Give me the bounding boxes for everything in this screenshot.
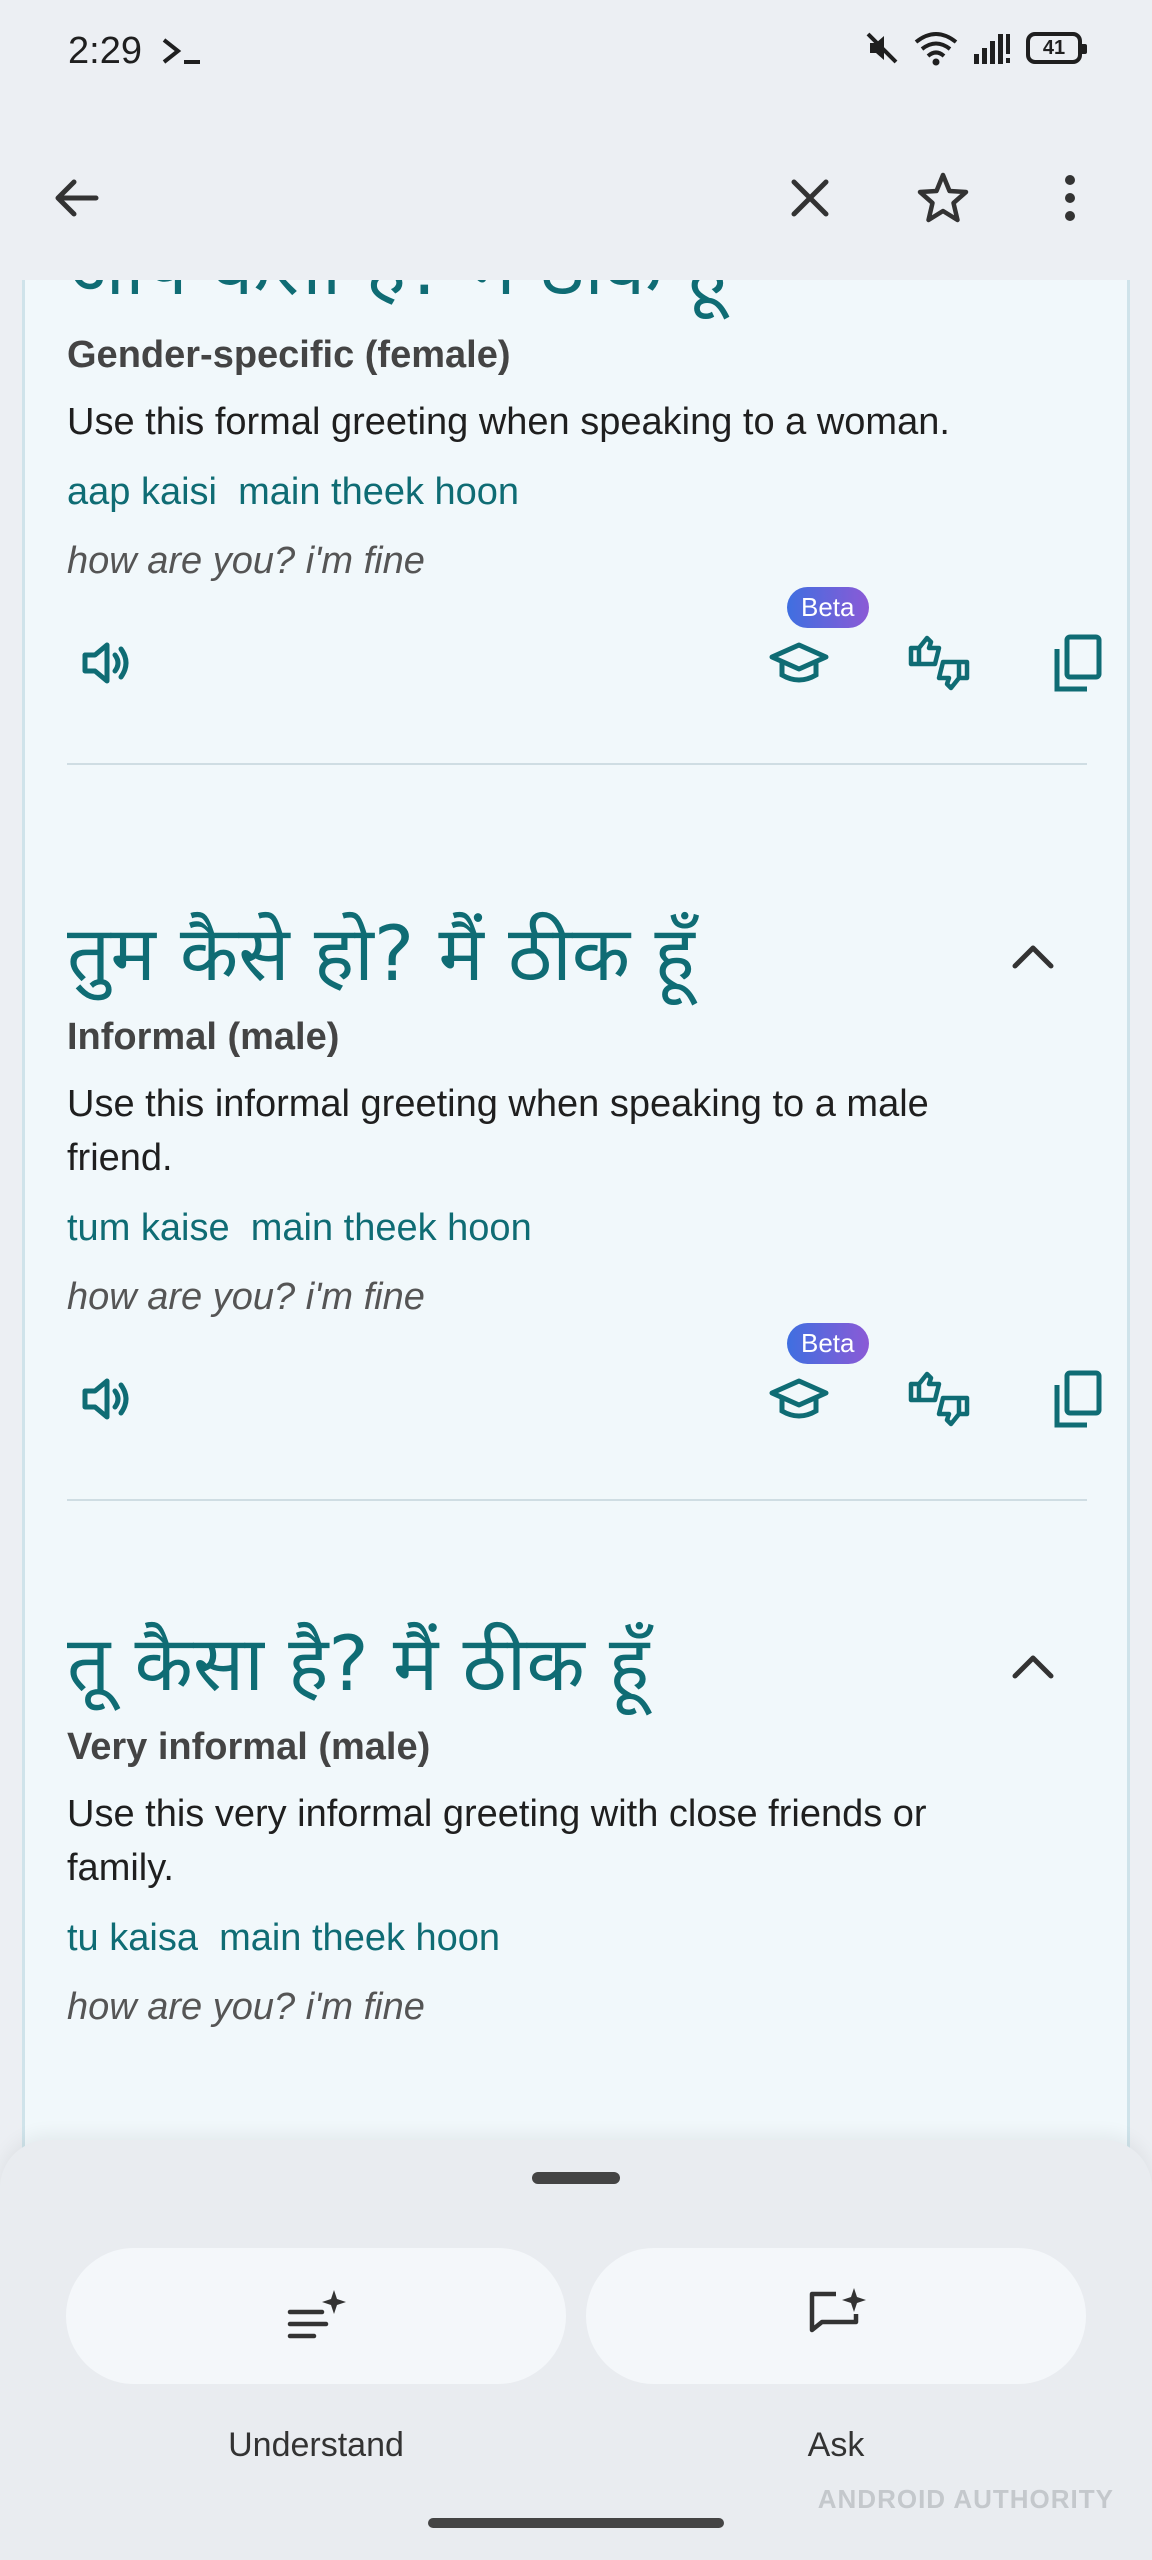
transliteration: aap kaisi main theek hoon [67,471,520,513]
transliteration: tu kaisa main theek hoon [67,1917,501,1959]
translation-card: आप कैसी हैं? मैं ठीक हूँ Gender-specific… [22,200,1130,2200]
learn-button[interactable]: Beta [759,1323,869,1439]
chevron-up-icon [1012,1655,1054,1679]
mute-icon [866,32,898,64]
school-icon [769,642,829,683]
battery-indicator: 41 [1026,32,1087,64]
divider [67,763,1087,765]
divider [67,1499,1087,1501]
translation-entry: आप कैसी हैं? मैं ठीक हूँ Gender-specific… [67,223,1102,765]
entry-actions: Beta [67,587,1102,733]
english-meaning: how are you? i'm fine [67,1276,425,1318]
chevron-up-icon [1012,945,1054,969]
usage-label: Very informal (male) [67,1726,431,1768]
watermark: ANDROID AUTHORITY [817,2484,1114,2514]
arrow-back-icon [55,179,99,217]
signal-icon [974,34,1010,64]
hindi-phrase: तुम कैसे हो? मैं ठीक हूँ [67,909,695,998]
copy-button[interactable] [1037,623,1117,703]
collapse-button[interactable] [1003,926,1063,986]
beta-badge: Beta [787,1323,869,1364]
star-button[interactable] [903,158,983,238]
terminal-icon [162,38,200,64]
learn-button[interactable]: Beta [759,587,869,703]
usage-description: Use this formal greeting when speaking t… [67,401,950,443]
usage-description: Use this very informal greeting with clo… [67,1793,927,1889]
back-button[interactable] [36,158,116,238]
understand-label: Understand [228,2426,404,2464]
ask-button[interactable] [586,2248,1086,2384]
speaker-icon [82,1378,129,1420]
chat-sparkle-icon [809,2288,866,2333]
translation-entry: तू कैसा है? मैं ठीक हूँ Very informal (m… [67,1616,1087,2029]
ask-label: Ask [807,2426,865,2464]
usage-label: Gender-specific (female) [67,334,511,376]
copy-icon [1054,634,1102,692]
beta-badge: Beta [787,587,869,628]
drag-handle[interactable] [532,2172,620,2184]
close-icon [791,179,829,217]
usage-label: Informal (male) [67,1016,340,1058]
entry-actions: Beta [67,1323,1102,1469]
more-options-button[interactable] [1030,158,1110,238]
status-bar: 2:29 41 [0,0,1152,110]
notes-sparkle-icon [287,2290,346,2339]
wifi-icon [914,32,958,66]
copy-icon [1054,1370,1102,1428]
transliteration: tum kaise main theek hoon [67,1207,532,1249]
thumbs-up-down-icon [908,1371,970,1427]
school-icon [769,1378,829,1419]
translation-entry: तुम कैसे हो? मैं ठीक हूँ Informal (male)… [67,906,1102,1501]
feedback-button[interactable] [899,1359,979,1439]
understand-button[interactable] [66,2248,566,2384]
collapse-button[interactable] [1003,1636,1063,1696]
home-indicator[interactable] [428,2518,724,2528]
star-icon [917,172,969,223]
battery-level: 41 [1042,36,1066,59]
status-time: 2:29 [68,30,142,72]
listen-button[interactable] [67,1359,147,1439]
listen-button[interactable] [67,623,147,703]
english-meaning: how are you? i'm fine [67,1986,425,2028]
more-vert-icon [1065,175,1075,221]
english-meaning: how are you? i'm fine [67,540,425,582]
copy-button[interactable] [1037,1359,1117,1439]
usage-description: Use this informal greeting when speaking… [67,1083,929,1179]
toolbar [0,110,1152,280]
hindi-phrase: तू कैसा है? मैं ठीक हूँ [67,1619,650,1708]
thumbs-up-down-icon [908,635,970,691]
speaker-icon [82,642,129,684]
feedback-button[interactable] [899,623,979,703]
close-button[interactable] [770,158,850,238]
